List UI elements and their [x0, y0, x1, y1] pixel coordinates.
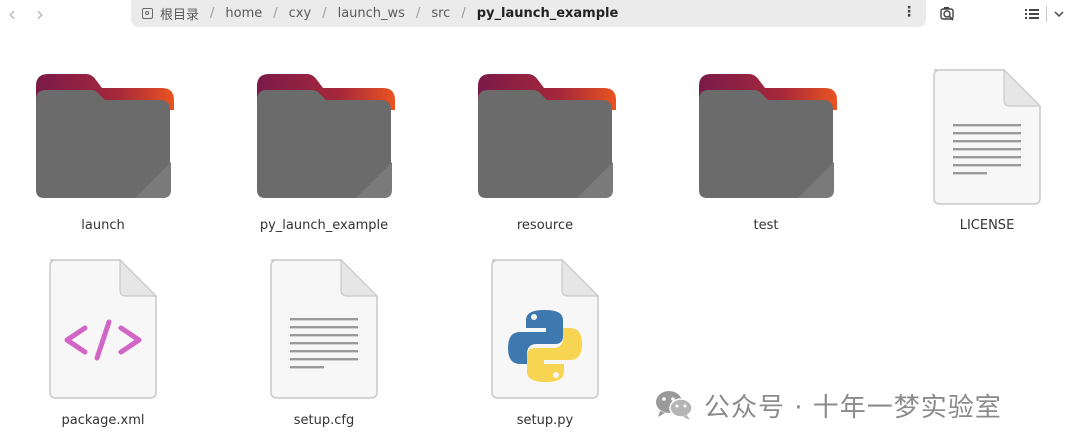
search-button[interactable]	[938, 4, 958, 24]
file-name: package.xml	[61, 413, 145, 428]
file-name: setup.py	[516, 413, 574, 428]
search-icon	[940, 7, 954, 21]
file-item-resource[interactable]: resource	[465, 62, 625, 242]
file-item-setup-py[interactable]: setup.py	[465, 256, 625, 436]
wechat-icon	[656, 391, 693, 420]
watermark: 公众号 · 十年一梦实验室	[654, 386, 1002, 424]
folder-icon	[36, 74, 174, 198]
drive-icon	[142, 8, 153, 19]
chevron-left-icon: ‹	[8, 2, 16, 26]
breadcrumb-separator: /	[210, 6, 215, 21]
breadcrumb-item-launch-ws[interactable]: launch_ws	[338, 6, 405, 21]
list-view-icon	[1025, 9, 1039, 19]
folder-icon	[699, 74, 837, 198]
breadcrumb-item-current[interactable]: py_launch_example	[477, 6, 619, 21]
file-item-package-xml[interactable]: package.xml	[23, 256, 183, 436]
breadcrumb-root-label: 根目录	[160, 8, 200, 23]
chevron-right-icon: ›	[36, 2, 44, 26]
file-item-launch[interactable]: launch	[23, 62, 183, 242]
code-document-icon	[49, 258, 158, 399]
path-menu-button[interactable]: ⋮	[902, 4, 916, 20]
chevron-down-icon	[1054, 11, 1064, 18]
breadcrumb-root[interactable]: 根目录	[142, 4, 199, 23]
text-document-icon	[933, 68, 1042, 205]
folder-icon	[478, 74, 616, 198]
file-name: setup.cfg	[293, 413, 355, 428]
file-name: py_launch_example	[259, 218, 389, 233]
breadcrumb-item-src[interactable]: src	[431, 6, 450, 21]
python-document-icon	[491, 258, 600, 399]
folder-icon	[257, 74, 395, 198]
breadcrumb-item-cxy[interactable]: cxy	[289, 6, 312, 21]
view-options-button[interactable]	[1024, 4, 1070, 24]
file-item-setup-cfg[interactable]: setup.cfg	[244, 256, 404, 436]
breadcrumb-separator: /	[461, 6, 466, 21]
back-button[interactable]: ‹	[0, 0, 24, 28]
breadcrumb-item-home[interactable]: home	[225, 6, 262, 21]
breadcrumb: 根目录 / home / cxy / launch_ws / src / py_…	[131, 0, 926, 27]
breadcrumb-separator: /	[415, 6, 421, 21]
breadcrumb-separator: /	[322, 6, 327, 21]
file-name: LICENSE	[959, 218, 1015, 233]
file-name: launch	[81, 218, 125, 233]
file-item-license[interactable]: LICENSE	[907, 62, 1067, 242]
file-name: test	[753, 218, 779, 233]
file-item-test[interactable]: test	[686, 62, 846, 242]
text-document-icon	[270, 258, 379, 399]
breadcrumb-separator: /	[273, 6, 278, 21]
watermark-text: 公众号 · 十年一梦实验室	[704, 392, 1002, 423]
forward-button[interactable]: ›	[28, 0, 52, 28]
file-name: resource	[516, 218, 574, 233]
header-bar: ‹ › 根目录 / home / cxy / launch_ws / src /…	[0, 0, 1080, 28]
file-item-py-launch-example[interactable]: py_launch_example	[244, 62, 404, 242]
